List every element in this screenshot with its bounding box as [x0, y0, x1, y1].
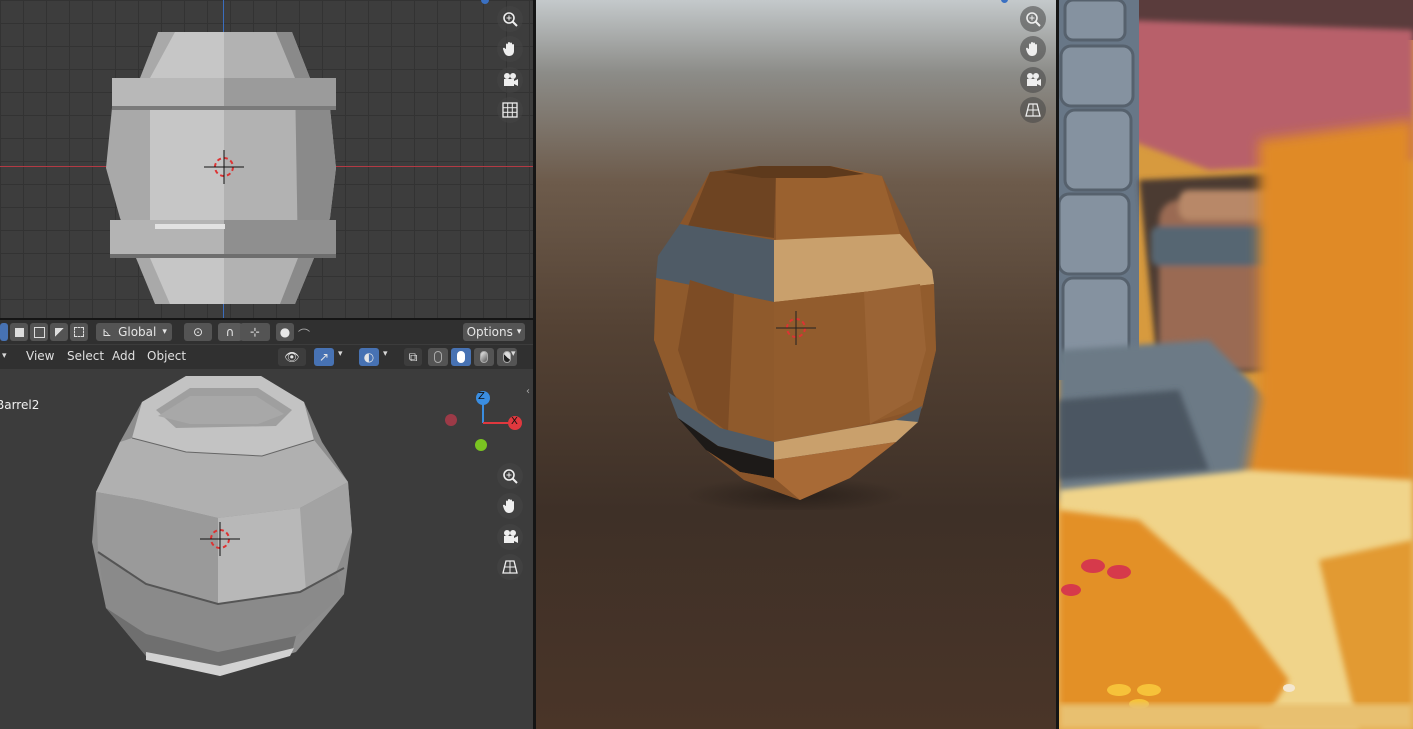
zoom-icon[interactable] [1020, 6, 1046, 32]
object-name-label: Barrel2 [0, 398, 40, 412]
chevron-down-icon[interactable]: ▾ [338, 349, 343, 359]
chevron-down-icon[interactable]: ▾ [2, 351, 7, 361]
proportional-edit-icon: ● [279, 325, 291, 339]
sidebar-toggle-icon[interactable]: ‹ [526, 386, 530, 397]
eye-icon: 👁 [284, 350, 300, 364]
tool-header: ⊾ Global ▾ ⊙ ∩ ⊹ ● ⌒ Options ▾ [0, 320, 533, 344]
select-mode-set-icon[interactable] [0, 323, 8, 341]
gizmo-x-label: X [511, 416, 518, 427]
menu-select[interactable]: Select [61, 349, 110, 363]
select-mode-group[interactable] [0, 323, 88, 341]
xray-toggle[interactable]: ⧉ [404, 348, 422, 366]
gizmo-z-label: Z [478, 391, 485, 402]
cursor-icon [200, 522, 240, 556]
camera-icon[interactable] [497, 524, 523, 550]
hand-icon[interactable] [497, 36, 523, 62]
snap-toggle[interactable]: ∩ [218, 323, 242, 341]
cursor-icon [204, 150, 244, 184]
menu-view[interactable]: View [20, 349, 60, 363]
options-dropdown[interactable]: Options ▾ [463, 323, 525, 341]
chevron-down-icon[interactable]: ▾ [511, 349, 516, 359]
gizmo-z-dot[interactable] [1001, 0, 1008, 3]
zoom-icon[interactable] [497, 463, 523, 489]
material-shading-icon[interactable] [474, 348, 494, 366]
viewport-front[interactable] [0, 0, 533, 318]
ortho-icon[interactable] [497, 554, 523, 580]
xray-icon: ⧉ [408, 349, 418, 364]
solid-shading-icon[interactable] [451, 348, 471, 366]
shading-modes [428, 348, 517, 366]
orientation-dropdown[interactable]: ⊾ Global ▾ [96, 323, 172, 341]
orientation-value: Global [118, 325, 157, 339]
gizmo-z-dot[interactable] [481, 0, 489, 4]
options-label: Options [466, 325, 513, 339]
select-mode-intersect-icon[interactable] [70, 323, 88, 341]
reference-painting [1059, 0, 1413, 729]
menu-object[interactable]: Object [141, 349, 192, 363]
wireframe-shading-icon[interactable] [428, 348, 448, 366]
chevron-down-icon: ▾ [162, 327, 167, 337]
falloff-icon[interactable]: ⌒ [298, 326, 310, 343]
view-header: ▾ View Select Add Object 👁 ↗ ▾ ◐ ▾ ⧉ ▾ [0, 345, 533, 369]
ortho-icon[interactable] [1020, 97, 1046, 123]
magnet-icon: ∩ [225, 325, 235, 339]
orientation-icon: ⊾ [102, 325, 113, 339]
select-mode-subtract-icon[interactable] [30, 323, 48, 341]
gizmo-icon: ↗ [318, 350, 330, 364]
proportional-edit-toggle[interactable]: ● [276, 323, 294, 341]
camera-icon[interactable] [497, 67, 523, 93]
visibility-dropdown[interactable]: 👁 [278, 348, 306, 366]
chevron-down-icon: ▾ [516, 327, 522, 337]
snap-target-dropdown[interactable]: ⊹ [240, 323, 270, 341]
pivot-dropdown[interactable]: ⊙ [184, 323, 212, 341]
gizmo-neg-x-dot[interactable] [445, 414, 457, 426]
pivot-icon: ⊙ [192, 325, 204, 339]
gizmo-toggle[interactable]: ↗ [314, 348, 334, 366]
cursor-icon [776, 311, 816, 345]
zoom-icon[interactable] [497, 6, 523, 32]
viewport-rendered[interactable] [536, 0, 1056, 729]
hand-icon[interactable] [497, 493, 523, 519]
reference-image [1059, 0, 1413, 729]
grid-icon[interactable] [497, 97, 523, 123]
overlays-toggle[interactable]: ◐ [359, 348, 379, 366]
snap-target-icon: ⊹ [249, 325, 261, 339]
chevron-down-icon[interactable]: ▾ [383, 349, 388, 359]
viewport-perspective[interactable]: ⊾ Global ▾ ⊙ ∩ ⊹ ● ⌒ Options ▾ ▾ View Se… [0, 320, 533, 729]
menu-add[interactable]: Add [106, 349, 141, 363]
gizmo-y-dot[interactable] [475, 439, 487, 451]
camera-icon[interactable] [1020, 67, 1046, 93]
select-mode-extend-icon[interactable] [10, 323, 28, 341]
hand-icon[interactable] [1020, 36, 1046, 62]
select-mode-invert-icon[interactable] [50, 323, 68, 341]
overlays-icon: ◐ [363, 350, 375, 364]
